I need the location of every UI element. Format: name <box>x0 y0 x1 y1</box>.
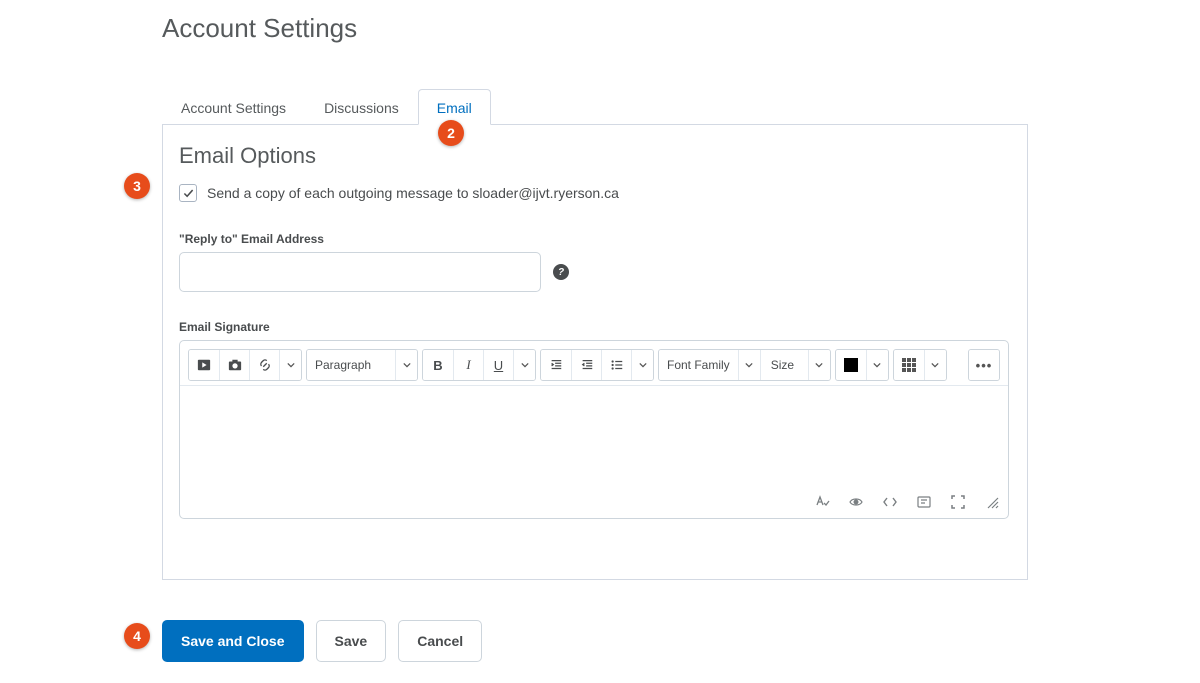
format-dropdown[interactable] <box>513 350 535 380</box>
annotation-3: 3 <box>124 173 150 199</box>
italic-button[interactable]: I <box>453 350 483 380</box>
reply-to-input[interactable] <box>179 252 541 292</box>
checkmark-icon <box>183 188 194 199</box>
list-dropdown[interactable] <box>631 350 653 380</box>
save-button[interactable]: Save <box>316 620 387 662</box>
outdent-icon <box>580 358 594 372</box>
bullet-list-button[interactable] <box>601 350 631 380</box>
source-code-button[interactable] <box>882 494 898 510</box>
chevron-down-icon <box>745 361 753 369</box>
indent-icon <box>549 358 563 372</box>
link-dropdown[interactable] <box>279 350 301 380</box>
resize-handle[interactable] <box>984 494 1000 510</box>
chevron-down-icon <box>287 361 295 369</box>
signature-label: Email Signature <box>179 320 1009 334</box>
list-icon <box>610 358 624 372</box>
annotation-2: 2 <box>438 120 464 146</box>
font-family-select[interactable]: Font Family <box>659 350 738 380</box>
camera-icon <box>228 358 242 372</box>
spellcheck-button[interactable] <box>814 494 830 510</box>
paragraph-dropdown[interactable] <box>395 350 417 380</box>
editor-content-area[interactable] <box>180 386 1008 486</box>
more-actions-button[interactable]: ••• <box>969 350 999 380</box>
eye-icon <box>848 494 864 510</box>
text-color-dropdown[interactable] <box>866 350 888 380</box>
underline-button[interactable]: U <box>483 350 513 380</box>
tab-account-settings[interactable]: Account Settings <box>162 89 305 125</box>
insert-media-button[interactable] <box>189 350 219 380</box>
font-size-select[interactable]: Size <box>760 350 808 380</box>
chevron-down-icon <box>931 361 939 369</box>
tabs: Account Settings Discussions Email <box>162 89 1200 125</box>
indent-button[interactable] <box>541 350 571 380</box>
page-title: Account Settings <box>162 0 1200 64</box>
chevron-down-icon <box>873 361 881 369</box>
annotation-4: 4 <box>124 623 150 649</box>
font-family-dropdown[interactable] <box>738 350 760 380</box>
send-copy-label: Send a copy of each outgoing message to … <box>197 185 619 201</box>
action-buttons: Save and Close Save Cancel <box>162 580 1200 682</box>
cancel-button[interactable]: Cancel <box>398 620 482 662</box>
fullscreen-button[interactable] <box>950 494 966 510</box>
preview-button[interactable] <box>916 494 932 510</box>
paragraph-select[interactable]: Paragraph <box>307 350 395 380</box>
play-icon <box>197 358 211 372</box>
chevron-down-icon <box>521 361 529 369</box>
accessibility-button[interactable] <box>848 494 864 510</box>
reply-to-label: "Reply to" Email Address <box>179 232 1009 246</box>
resize-icon <box>984 494 1000 510</box>
dots-icon: ••• <box>976 358 993 373</box>
table-dropdown[interactable] <box>924 350 946 380</box>
section-heading: Email Options <box>179 143 1009 169</box>
chevron-down-icon <box>639 361 647 369</box>
chevron-down-icon <box>403 361 411 369</box>
rich-text-editor: Paragraph B I U <box>179 340 1009 519</box>
fullscreen-icon <box>950 494 966 510</box>
editor-toolbar: Paragraph B I U <box>180 341 1008 386</box>
table-icon <box>902 358 916 372</box>
send-copy-checkbox[interactable] <box>179 184 197 202</box>
editor-footer <box>180 486 1008 518</box>
preview-icon <box>916 494 932 510</box>
save-and-close-button[interactable]: Save and Close <box>162 620 304 662</box>
spellcheck-icon <box>814 494 830 510</box>
outdent-button[interactable] <box>571 350 601 380</box>
code-icon <box>882 494 898 510</box>
help-icon[interactable]: ? <box>553 264 569 280</box>
link-icon <box>258 358 272 372</box>
insert-image-button[interactable] <box>219 350 249 380</box>
table-button[interactable] <box>894 350 924 380</box>
email-panel: Email Options Send a copy of each outgoi… <box>162 124 1028 580</box>
font-size-dropdown[interactable] <box>808 350 830 380</box>
insert-link-button[interactable] <box>249 350 279 380</box>
chevron-down-icon <box>815 361 823 369</box>
bold-button[interactable]: B <box>423 350 453 380</box>
text-color-button[interactable] <box>836 350 866 380</box>
tab-discussions[interactable]: Discussions <box>305 89 418 125</box>
